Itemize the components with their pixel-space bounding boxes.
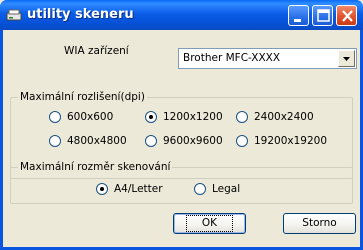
radio-selected-icon bbox=[145, 111, 157, 123]
maximize-button[interactable] bbox=[312, 5, 333, 26]
scan-size-option-label: A4/Letter bbox=[114, 183, 163, 195]
scanner-utility-icon bbox=[6, 9, 22, 21]
resolution-option[interactable]: 4800x4800 bbox=[49, 134, 127, 148]
close-icon bbox=[342, 10, 353, 22]
scan-size-option[interactable]: A4/Letter bbox=[96, 182, 163, 196]
chevron-down-icon bbox=[343, 57, 350, 61]
close-button[interactable] bbox=[336, 5, 357, 26]
ok-button-label: OK bbox=[185, 215, 234, 232]
minimize-icon bbox=[294, 19, 301, 22]
resolution-option-label: 2400x2400 bbox=[254, 111, 314, 123]
resolution-group-title: Maximální rozlišení(dpi) bbox=[18, 91, 147, 103]
resolution-option[interactable]: 600x600 bbox=[49, 110, 113, 124]
wia-device-value: Brother MFC-XXXX bbox=[183, 52, 281, 64]
dialog-body: WIA zařízení Brother MFC-XXXX Maximální … bbox=[3, 30, 360, 247]
resolution-option-label: 9600x9600 bbox=[163, 135, 223, 147]
ok-button[interactable]: OK bbox=[173, 213, 246, 234]
wia-device-label: WIA zařízení bbox=[64, 45, 129, 57]
resolution-option-label: 4800x4800 bbox=[67, 135, 127, 147]
radio-icon bbox=[236, 135, 248, 147]
title-bar[interactable]: utility skeneru bbox=[0, 0, 363, 30]
maximize-icon bbox=[317, 9, 330, 22]
dropdown-button[interactable] bbox=[338, 50, 355, 67]
resolution-option[interactable]: 9600x9600 bbox=[145, 134, 223, 148]
resolution-option-label: 600x600 bbox=[67, 111, 114, 123]
resolution-option[interactable]: 2400x2400 bbox=[236, 110, 314, 124]
wia-device-select[interactable]: Brother MFC-XXXX bbox=[178, 48, 357, 69]
radio-icon bbox=[194, 183, 206, 195]
scan-size-group-title: Maximální rozměr skenování bbox=[18, 161, 173, 173]
radio-icon bbox=[145, 135, 157, 147]
dialog-window: utility skeneru WIA zařízení Brother MFC… bbox=[0, 0, 363, 250]
scan-size-option-label: Legal bbox=[212, 183, 241, 195]
resolution-option-label: 19200x19200 bbox=[254, 135, 328, 147]
cancel-button-label: Storno bbox=[302, 217, 337, 229]
resolution-option[interactable]: 19200x19200 bbox=[236, 134, 327, 148]
radio-icon bbox=[49, 111, 61, 123]
radio-icon bbox=[49, 135, 61, 147]
window-title: utility skeneru bbox=[27, 7, 134, 22]
radio-icon bbox=[236, 111, 248, 123]
minimize-button[interactable] bbox=[288, 5, 309, 26]
cancel-button[interactable]: Storno bbox=[283, 213, 356, 234]
scan-size-option[interactable]: Legal bbox=[194, 182, 240, 196]
resolution-option[interactable]: 1200x1200 bbox=[145, 110, 223, 124]
radio-selected-icon bbox=[96, 183, 108, 195]
resolution-option-label: 1200x1200 bbox=[163, 111, 223, 123]
scan-size-group: Maximální rozměr skenování A4/Letter Leg… bbox=[10, 161, 353, 204]
